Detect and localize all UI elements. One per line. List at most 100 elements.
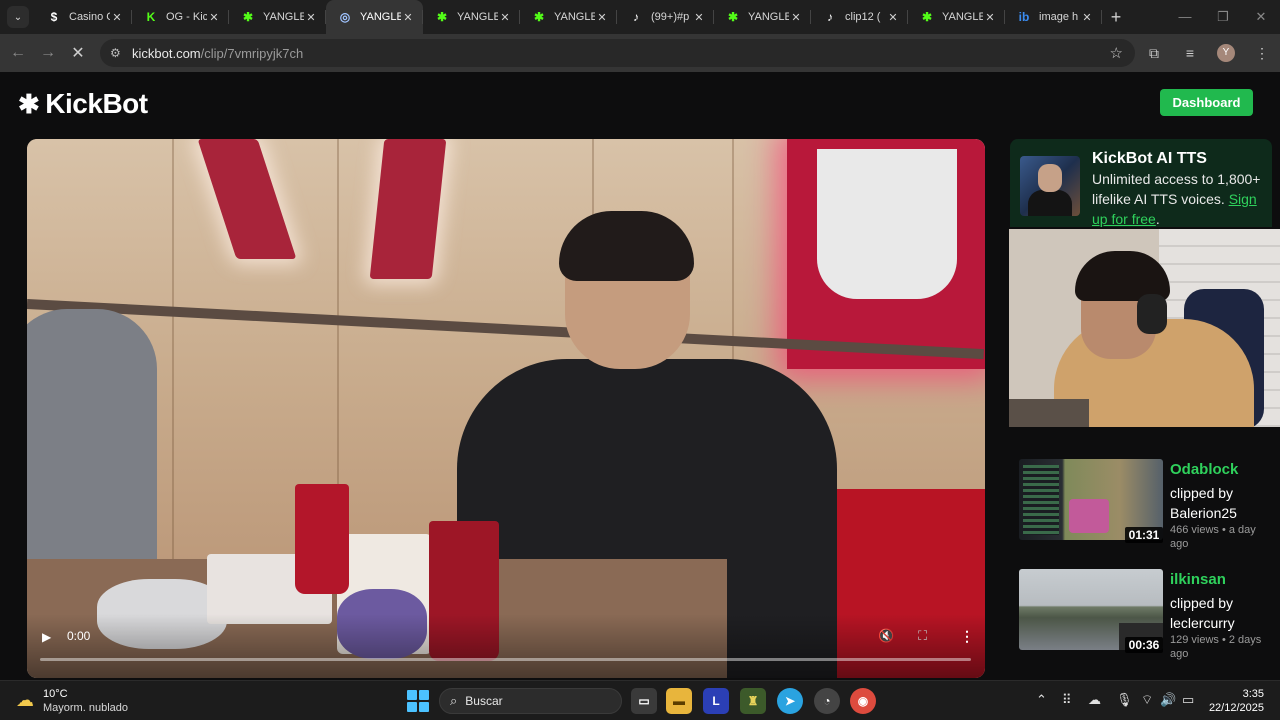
browser-tab[interactable]: $ Casino C ✕	[35, 0, 132, 34]
browser-tab[interactable]: ◎ YANGLE ✕	[326, 0, 423, 34]
clip-meta: 129 views • 2 days ago	[1170, 634, 1262, 660]
clip-meta: 466 views • a day ago	[1170, 524, 1256, 550]
address-bar[interactable]: ⚙ kickbot.com/clip/7vmripyjk7ch ☆	[100, 39, 1135, 67]
tab-title: YANGLE	[263, 11, 304, 23]
browser-tab[interactable]: ✱ YANGLE ✕	[423, 0, 520, 34]
stop-loading-icon[interactable]: ✕	[63, 43, 93, 63]
kickbot-icon: ✱	[727, 10, 739, 24]
tiktok-icon: ♪	[827, 10, 833, 24]
app-circle-icon[interactable]: ◔	[814, 688, 840, 714]
play-icon[interactable]: ▶	[42, 630, 51, 644]
tab-title: image h	[1039, 11, 1079, 23]
close-tab-icon[interactable]: ✕	[789, 11, 803, 24]
tray-chevron-icon[interactable]: ⌃	[1036, 692, 1047, 708]
task-view-icon[interactable]: ▭	[631, 688, 657, 714]
tray-cloud-icon[interactable]: ☁	[1088, 692, 1101, 708]
file-explorer-icon[interactable]: ▬	[666, 688, 692, 714]
forward-icon[interactable]: →	[33, 44, 63, 62]
browser-tab[interactable]: ib image h ✕	[1005, 0, 1102, 34]
browser-tab-strip: ⌄ $ Casino C ✕ K OG - Kic ✕ ✱ YANGLE ✕ ◎ YANGLE ✕ ✱ Y…	[0, 0, 1280, 34]
clip-channel[interactable]: Odablock	[1170, 461, 1238, 478]
close-tab-icon[interactable]: ✕	[983, 11, 997, 24]
wifi-icon[interactable]: ⌔	[1141, 692, 1153, 708]
chrome-icon[interactable]: ◉	[850, 688, 876, 714]
taskbar-search[interactable]: ⌕ Buscar	[439, 688, 622, 714]
clip-duration: 00:36	[1125, 637, 1163, 653]
clip-channel[interactable]: ilkinsan	[1170, 571, 1226, 588]
red-cup	[295, 484, 349, 594]
weather-temp[interactable]: 10°C	[43, 688, 68, 700]
volume-muted-icon[interactable]: 🔇	[878, 628, 894, 644]
tab-list: $ Casino C ✕ K OG - Kic ✕ ✱ YANGLE ✕ ◎ YANGLE ✕ ✱ YAN…	[35, 0, 1102, 34]
page: ✱ KickBot Dashboard ▶ 0:00 🔇 ⛶ ⋮ KickBot…	[0, 72, 1280, 680]
microphone-icon[interactable]: 🎙	[1116, 692, 1133, 708]
site-info-icon[interactable]: ⚙	[110, 46, 128, 60]
kickbot-icon: ✱	[533, 10, 545, 24]
close-tab-icon[interactable]: ✕	[401, 11, 415, 24]
close-tab-icon[interactable]: ✕	[207, 11, 221, 24]
close-tab-icon[interactable]: ✕	[1080, 11, 1094, 24]
tray-apps-icon[interactable]: ⠿	[1062, 692, 1072, 708]
url-text[interactable]: kickbot.com/clip/7vmripyjk7ch	[132, 46, 303, 61]
browser-tab[interactable]: K OG - Kic ✕	[132, 0, 229, 34]
browser-menu-icon[interactable]: ⋮	[1244, 45, 1280, 62]
kickbot-logo-icon: ✱	[18, 88, 40, 119]
bucket-sign	[817, 149, 957, 299]
more-options-icon[interactable]: ⋮	[960, 628, 974, 645]
windows-start-icon[interactable]	[407, 690, 429, 712]
video-controls	[27, 614, 985, 678]
telegram-icon[interactable]: ➤	[777, 688, 803, 714]
ad-image-suit	[1028, 190, 1072, 216]
weather-desc[interactable]: Mayorm. nublado	[43, 702, 128, 714]
video-player[interactable]: ▶ 0:00 🔇 ⛶ ⋮	[27, 139, 985, 678]
browser-tab[interactable]: ✱ YANGLE ✕	[520, 0, 617, 34]
app-l-icon[interactable]: L	[703, 688, 729, 714]
window-controls: — ❐ ✕	[1166, 0, 1280, 34]
clip-card[interactable]: 01:31 Odablock clipped by Balerion25 466…	[1019, 459, 1269, 559]
tab-title: clip12 (	[845, 11, 881, 23]
close-tab-icon[interactable]: ✕	[886, 11, 900, 24]
close-tab-icon[interactable]: ✕	[304, 11, 318, 24]
close-tab-icon[interactable]: ✕	[595, 11, 609, 24]
tiktok-icon: ♪	[633, 10, 639, 24]
maximize-icon[interactable]: ❐	[1204, 0, 1242, 34]
weather-cloud-icon[interactable]: ☁	[16, 690, 34, 711]
clip-card[interactable]: 00:36 ilkinsan clipped by leclercurry 12…	[1019, 569, 1269, 669]
video-time: 0:00	[67, 629, 91, 643]
kickbot-icon: ✱	[242, 10, 254, 24]
extensions-icon[interactable]: ⧉	[1136, 45, 1172, 62]
tts-ad[interactable]: KickBot AI TTS Unlimited access to 1,800…	[1010, 139, 1272, 227]
clip-duration: 01:31	[1125, 527, 1163, 543]
close-tab-icon[interactable]: ✕	[110, 11, 124, 24]
browser-toolbar: ← → ✕ ⚙ kickbot.com/clip/7vmripyjk7ch ☆ …	[0, 34, 1280, 72]
browser-tab[interactable]: ♪ (99+)#p ✕	[617, 0, 714, 34]
ad-image-face	[1038, 164, 1062, 192]
close-tab-icon[interactable]: ✕	[498, 11, 512, 24]
ad-image	[1020, 156, 1080, 216]
app-chart-icon[interactable]: ♜	[740, 688, 766, 714]
volume-icon[interactable]: 🔊	[1160, 692, 1176, 708]
browser-tab[interactable]: ✱ YANGLE ✕	[908, 0, 1005, 34]
close-window-icon[interactable]: ✕	[1242, 0, 1280, 34]
battery-icon[interactable]: ▭	[1182, 692, 1194, 708]
search-placeholder: Buscar	[465, 694, 503, 708]
tab-search-button[interactable]: ⌄	[7, 6, 29, 28]
back-icon[interactable]: ←	[3, 44, 33, 62]
clock-time[interactable]: 3:35	[1238, 688, 1264, 700]
windows-taskbar: ☁ 10°C Mayorm. nublado ⌕ Buscar ▭ ▬ L ♜ …	[0, 680, 1280, 720]
profile-avatar[interactable]: Y	[1217, 44, 1235, 62]
dashboard-button[interactable]: Dashboard	[1160, 89, 1253, 116]
clock-date[interactable]: 22/12/2025	[1206, 702, 1264, 714]
bookmark-star-icon[interactable]: ☆	[1110, 44, 1123, 62]
media-control-icon[interactable]: ≡	[1172, 45, 1208, 61]
webcam-ad-video[interactable]	[1009, 229, 1280, 427]
browser-tab[interactable]: ✱ YANGLE ✕	[714, 0, 811, 34]
video-progress-bar[interactable]	[40, 658, 971, 661]
browser-tab[interactable]: ♪ clip12 ( ✕	[811, 0, 908, 34]
minimize-icon[interactable]: —	[1166, 0, 1204, 34]
browser-tab[interactable]: ✱ YANGLE ✕	[229, 0, 326, 34]
close-tab-icon[interactable]: ✕	[692, 11, 706, 24]
new-tab-button[interactable]: +	[1102, 0, 1130, 34]
kickbot-logo[interactable]: ✱ KickBot	[18, 88, 148, 120]
fullscreen-icon[interactable]: ⛶	[918, 628, 927, 644]
